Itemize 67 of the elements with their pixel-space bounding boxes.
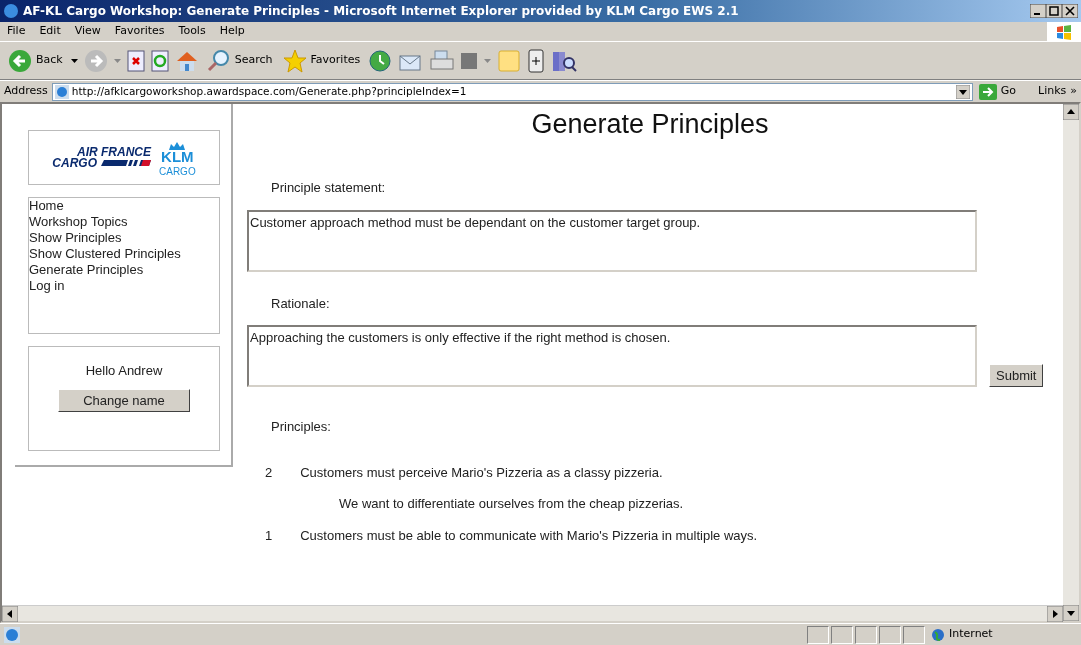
scroll-right-icon[interactable] [1047,606,1063,622]
crown-icon [167,140,188,150]
star-icon [282,48,307,73]
nav-link[interactable]: Workshop Topics [29,214,128,230]
go-arrow-icon [978,83,997,100]
back-button[interactable]: Back [6,46,65,75]
principle-rationale: We want to differentiate ourselves from the cheap pizzerias. [339,495,685,514]
text-area[interactable]: Approaching the customers is only effective if the right method is chosen. [247,325,977,388]
page-title: Generate Principles [530,108,770,141]
text-area[interactable]: Customer approach method must be dependant on the customer target group. [247,209,977,272]
nav-link[interactable]: Show Clustered Principles [29,246,181,262]
window-title: AF-KL Cargo Workshop: Generate Principles - Microsoft Internet Explorer provided by KLM Cargo EWS 2.1 [23,3,740,20]
search-button[interactable]: Search [204,46,275,75]
principle-text: Customers must perceive Mario's Pizzeria as a classy pizzeria. [300,463,663,482]
nav-link[interactable]: Log in [29,278,65,294]
section-heading: Principles: [271,418,332,437]
menu-item[interactable]: Tools [171,23,213,40]
globe-icon [931,627,945,642]
favorites-button[interactable]: Favorites [280,46,363,75]
principle-number: 2 [265,463,273,482]
windows-flag-icon [1055,22,1073,41]
nav-link[interactable]: Generate Principles [29,262,144,278]
scroll-left-icon[interactable] [2,606,18,622]
refresh-icon[interactable] [150,49,169,72]
chevron[interactable]: » [1070,83,1077,100]
page-icon [54,84,69,99]
principle-text: Customers must be able to communicate with Mario's Pizzeria in multiple ways. [300,526,758,545]
field-label: Rationale: [271,294,331,313]
magnifier-icon [206,48,231,73]
history-icon[interactable] [368,48,393,73]
logo-text: KLM [160,150,195,163]
scroll-up-icon[interactable] [1063,104,1079,120]
go-button[interactable]: Go [976,81,1018,102]
status-panel [903,625,925,644]
nav-link[interactable]: Show Principles [29,230,122,246]
logo-text: CARGO [52,157,97,169]
status-panel [807,625,829,644]
nav-link[interactable]: Home [29,198,64,214]
logo-text: CARGO [159,166,196,177]
change-name-button[interactable]: Change name [58,388,190,412]
principle-number: 1 [265,526,273,545]
close-icon[interactable] [1062,4,1078,18]
stop-icon[interactable] [126,49,145,72]
address-field[interactable]: http://afklcargoworkshop.awardspace.com/Generate.php?principleIndex=1 [51,82,973,101]
dropdown-caret-icon[interactable] [70,58,78,63]
menu-item[interactable]: View [67,23,108,40]
menu-item[interactable]: File [0,23,33,40]
dropdown-arrow-icon[interactable] [955,84,970,99]
submit-button[interactable]: Submit [989,363,1044,388]
scroll-down-icon[interactable] [1063,605,1079,621]
logo-stripes-icon [101,160,151,166]
menu-item[interactable]: Edit [32,23,68,40]
maximize-icon[interactable] [1046,4,1062,18]
logo-text: AIR FRANCE [77,146,151,158]
field-label: Principle statement: [271,179,387,198]
menu-item[interactable]: Favorites [107,23,172,40]
page-icon [4,626,20,643]
menu-item[interactable]: Help [212,23,252,40]
links-label[interactable]: Links [1038,83,1067,100]
zone-text: Internet [949,626,993,643]
status-panel [855,625,877,644]
device-icon[interactable] [527,48,546,73]
status-panel [879,625,901,644]
status-panel [831,625,853,644]
address-label: Address [4,83,48,100]
minimize-icon[interactable] [1030,4,1046,18]
greeting-text: Hello Andrew [85,362,163,380]
